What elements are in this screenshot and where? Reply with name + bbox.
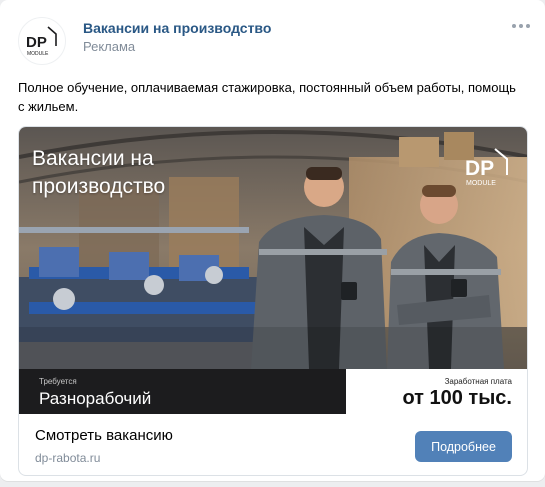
svg-text:MODULE: MODULE (27, 51, 49, 57)
banner-title: Вакансии на производство (32, 147, 166, 198)
ad-label: Реклама (83, 39, 136, 54)
post-text: Полное обучение, оплачиваемая стажировка… (18, 80, 516, 114)
ad-link-title[interactable]: Смотреть вакансию (35, 426, 173, 445)
ad-banner-image[interactable]: Вакансии на производство DP MODULE Требу… (19, 127, 527, 414)
author-name-link[interactable]: Вакансии на производство (83, 20, 271, 37)
salary-block: Заработная плата от 100 тыс. (346, 369, 527, 414)
ad-domain[interactable]: dp-rabota.ru (35, 451, 100, 466)
avatar[interactable]: DP MODULE (18, 17, 66, 65)
svg-text:DP: DP (465, 157, 494, 180)
required-label: Требуется (39, 377, 77, 386)
dot (519, 24, 523, 28)
required-value: Разнорабочий (39, 389, 152, 408)
details-button[interactable]: Подробнее (415, 431, 512, 462)
salary-label: Заработная плата (444, 377, 512, 386)
dot (512, 24, 516, 28)
ad-attachment[interactable]: Вакансии на производство DP MODULE Требу… (18, 126, 528, 476)
more-options-icon[interactable] (509, 18, 533, 34)
dp-module-logo-icon: DP MODULE (26, 26, 57, 57)
dot (526, 24, 530, 28)
info-strip: Требуется Разнорабочий Заработная плата … (19, 369, 527, 414)
dp-module-logo-icon: DP MODULE (465, 148, 508, 187)
required-block: Требуется Разнорабочий (19, 369, 346, 414)
ad-post-card: DP MODULE Вакансии на производство Рекла… (0, 0, 545, 481)
svg-text:MODULE: MODULE (466, 180, 496, 187)
salary-value: от 100 тыс. (402, 387, 512, 409)
svg-text:DP: DP (26, 34, 47, 51)
